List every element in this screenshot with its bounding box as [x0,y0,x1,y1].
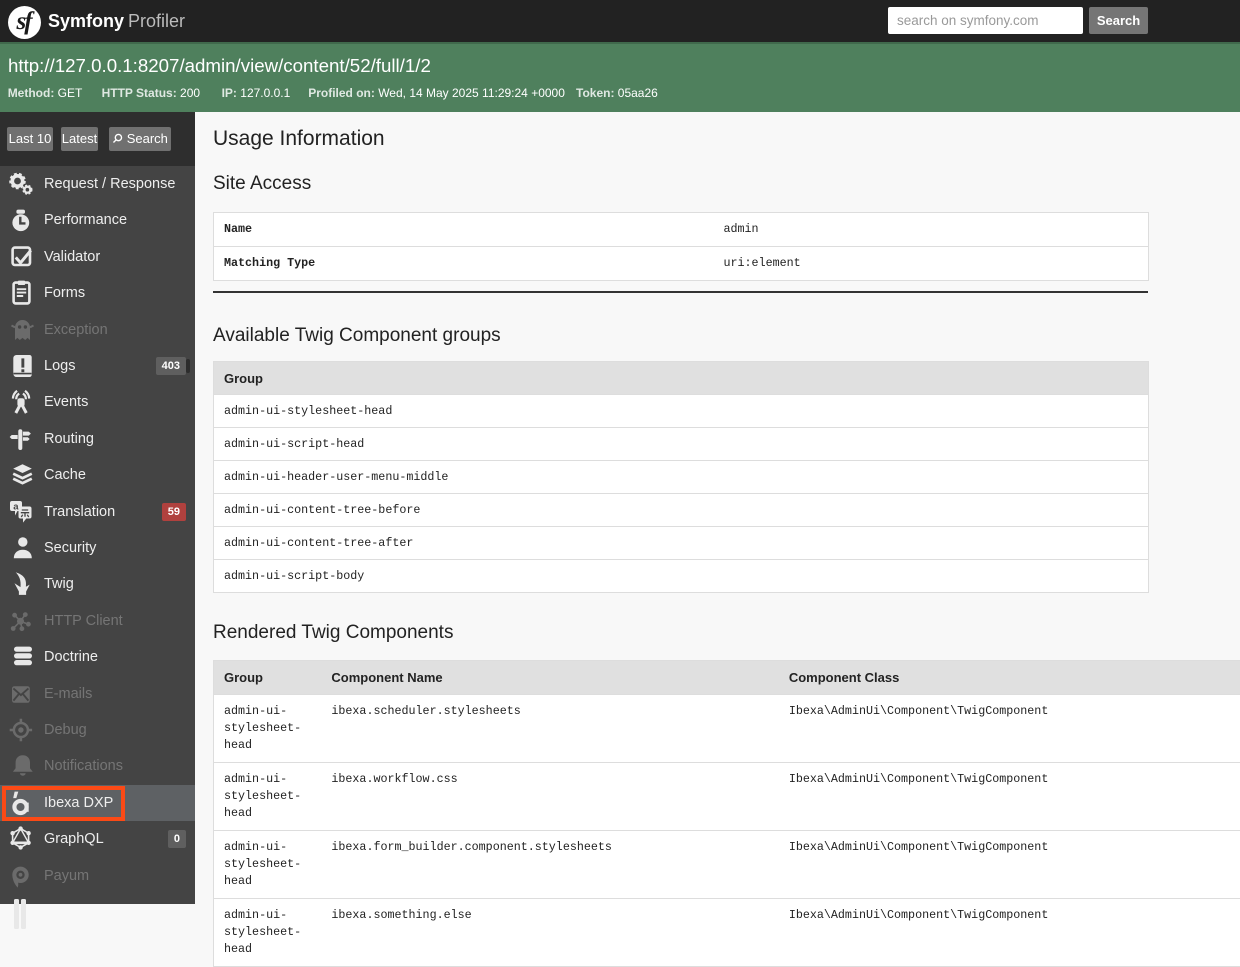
svg-text:a: a [13,501,19,512]
